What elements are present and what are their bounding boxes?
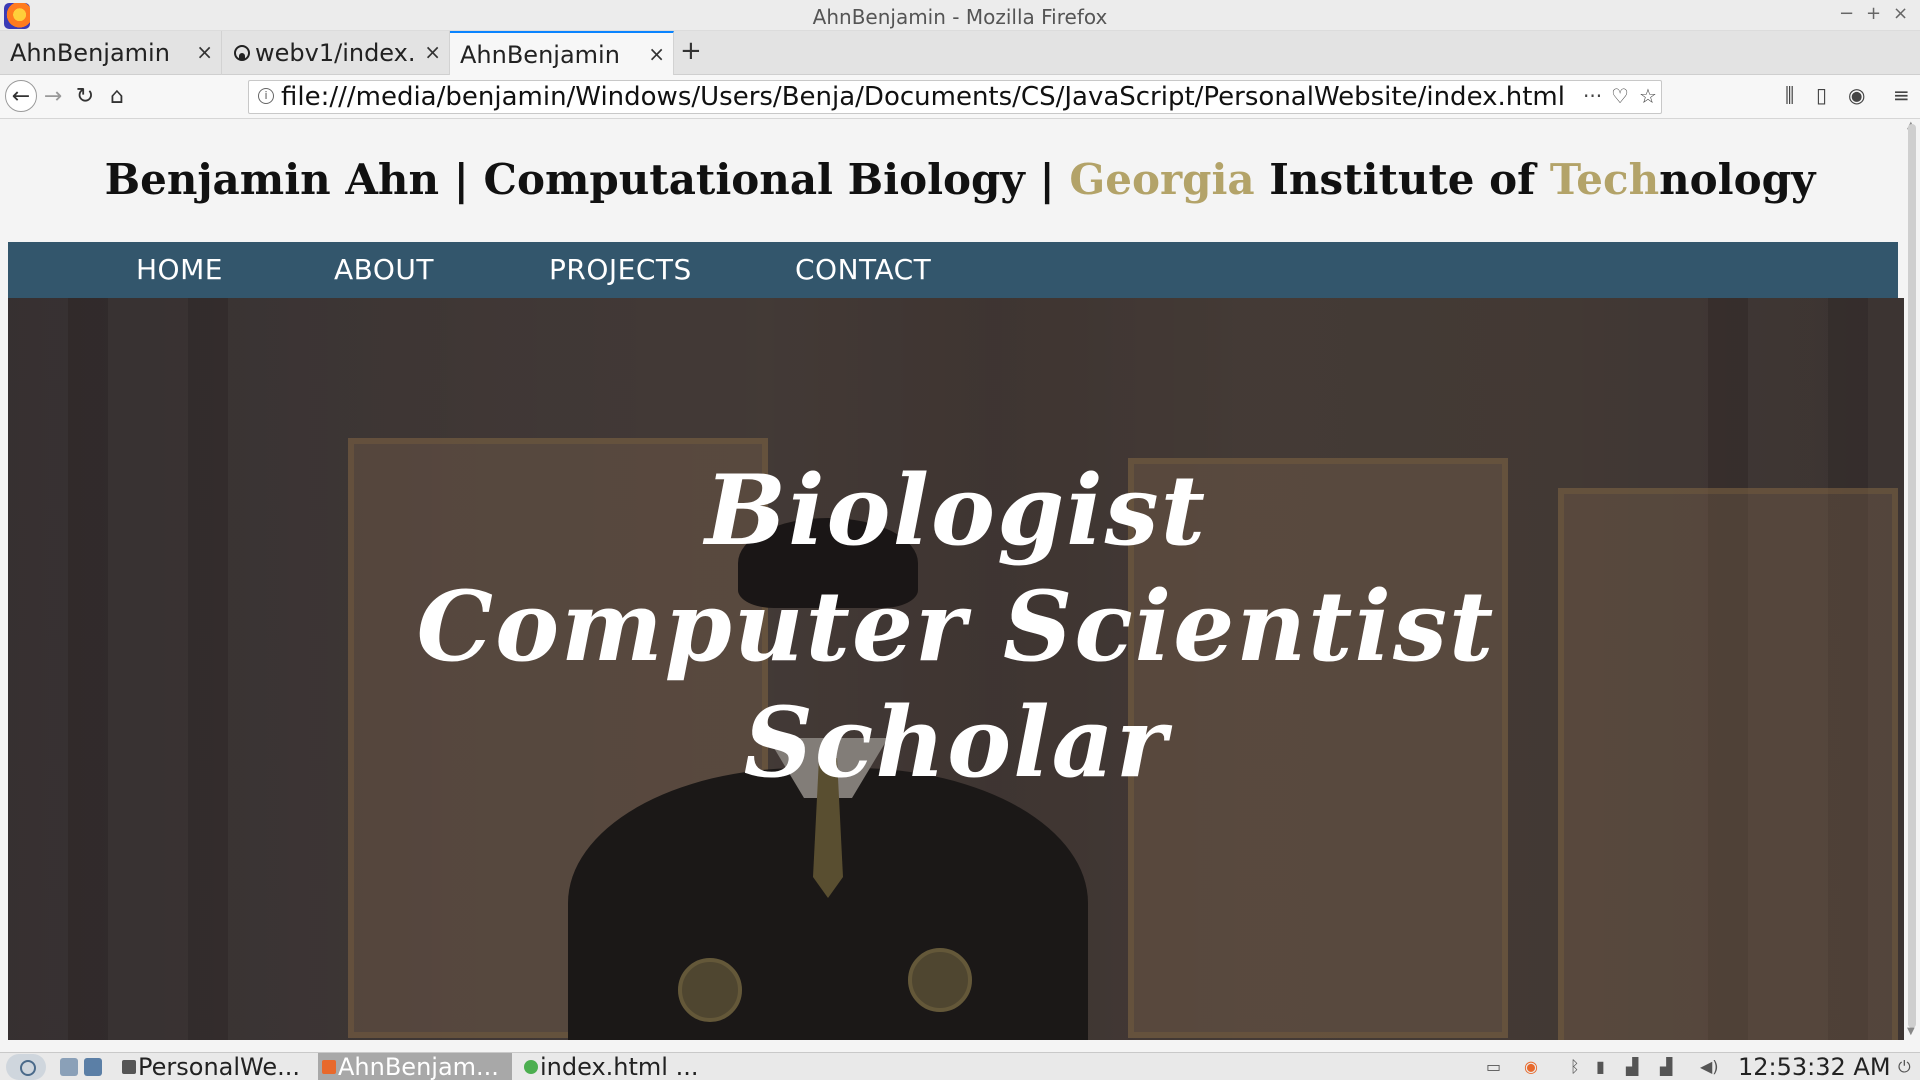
- title-georgia: Georgia: [1069, 155, 1255, 204]
- url-text[interactable]: file:///media/benjamin/Windows/Users/Ben…: [281, 82, 1565, 112]
- maximize-button[interactable]: +: [1866, 3, 1881, 24]
- task-personalwebsite[interactable]: PersonalWe...: [118, 1053, 318, 1080]
- window-icon[interactable]: ▭: [1486, 1057, 1501, 1076]
- nav-link-projects[interactable]: PROJECTS: [549, 253, 692, 286]
- tab-label: webv1/index.: [255, 39, 416, 67]
- close-window-button[interactable]: ×: [1893, 3, 1908, 24]
- hero-text: Biologist Computer Scientist Scholar: [8, 453, 1904, 801]
- task-index-html[interactable]: index.html ...: [520, 1053, 720, 1080]
- tab-close-icon[interactable]: ×: [648, 42, 665, 66]
- file-manager-icon[interactable]: [60, 1058, 78, 1076]
- tab-webv1[interactable]: webv1/index. ×: [222, 31, 450, 75]
- tab-ahnbenjamin-active[interactable]: AhnBenjamin ×: [450, 31, 674, 76]
- taskbar: PersonalWe... AhnBenjam... index.html ..…: [0, 1052, 1920, 1080]
- nav-link-home[interactable]: HOME: [136, 253, 223, 286]
- tab-label: AhnBenjamin: [460, 40, 620, 69]
- signal-icon[interactable]: ▟: [1660, 1057, 1672, 1076]
- firefox-window: AhnBenjamin - Mozilla Firefox − + × AhnB…: [0, 0, 1920, 1080]
- task-firefox[interactable]: AhnBenjam...: [318, 1053, 512, 1080]
- window-title: AhnBenjamin - Mozilla Firefox: [812, 5, 1108, 29]
- nav-toolbar: ← → ↻ ⌂ i file:///media/benjamin/Windows…: [0, 75, 1920, 119]
- firefox-tray-icon[interactable]: ◉: [1524, 1057, 1538, 1076]
- account-icon[interactable]: ◉: [1848, 83, 1865, 107]
- title-nology: nology: [1659, 155, 1816, 204]
- scroll-down-icon[interactable]: ▼: [1907, 1026, 1915, 1037]
- tab-strip: AhnBenjamin × webv1/index. × AhnBenjamin…: [0, 31, 1920, 76]
- info-icon[interactable]: i: [258, 88, 274, 104]
- bookmark-star-icon[interactable]: ☆: [1639, 84, 1657, 108]
- tab-label: AhnBenjamin: [10, 39, 170, 67]
- scrollbar-thumb[interactable]: [1908, 124, 1916, 1028]
- title-tech: Tech: [1549, 155, 1660, 204]
- hero-line-biologist: Biologist: [704, 454, 1208, 567]
- hero-line-scholar: Scholar: [743, 686, 1169, 799]
- library-icon[interactable]: ⫼: [1785, 83, 1794, 107]
- desktop-icon[interactable]: [84, 1058, 102, 1076]
- home-button[interactable]: ⌂: [102, 81, 132, 111]
- title-name: Benjamin Ahn: [104, 155, 439, 204]
- power-icon[interactable]: ⏻: [1898, 1057, 1911, 1077]
- task-label: PersonalWe...: [138, 1053, 300, 1080]
- nav-link-contact[interactable]: CONTACT: [795, 253, 931, 286]
- battery-icon[interactable]: ▮: [1596, 1057, 1605, 1076]
- title-institute: Institute of: [1254, 155, 1550, 204]
- bluetooth-icon[interactable]: ᛒ: [1570, 1057, 1580, 1076]
- minimize-button[interactable]: −: [1839, 3, 1854, 24]
- site-nav-bar: HOME ABOUT PROJECTS CONTACT: [8, 242, 1898, 298]
- task-label: AhnBenjam...: [338, 1053, 499, 1080]
- title-separator: |: [1024, 155, 1070, 204]
- start-menu-button[interactable]: [6, 1054, 46, 1080]
- new-tab-button[interactable]: +: [680, 36, 702, 66]
- network-icon[interactable]: ▟: [1626, 1057, 1638, 1076]
- hero-line-computer-scientist: Computer Scientist: [416, 570, 1496, 683]
- tab-ahnbenjamin-1[interactable]: AhnBenjamin ×: [0, 31, 222, 75]
- editor-icon: [524, 1060, 538, 1074]
- nav-link-about[interactable]: ABOUT: [334, 253, 434, 286]
- tab-close-icon[interactable]: ×: [424, 40, 441, 64]
- tab-close-icon[interactable]: ×: [196, 40, 213, 64]
- pocket-icon[interactable]: ♡: [1611, 84, 1629, 108]
- url-bar[interactable]: i file:///media/benjamin/Windows/Users/B…: [248, 80, 1662, 114]
- site-header: Benjamin Ahn | Computational Biology | G…: [0, 120, 1920, 238]
- title-field: Computational Biology: [483, 155, 1025, 204]
- reload-button[interactable]: ↻: [70, 81, 100, 111]
- clock[interactable]: 12:53:32 AM: [1738, 1053, 1891, 1080]
- forward-button[interactable]: →: [38, 81, 68, 111]
- volume-icon[interactable]: ◀): [1700, 1057, 1719, 1076]
- github-icon: [234, 45, 250, 61]
- title-bar: AhnBenjamin - Mozilla Firefox − + ×: [0, 0, 1920, 31]
- folder-icon: [122, 1060, 136, 1074]
- page-actions-icon[interactable]: ···: [1583, 84, 1602, 108]
- site-title: Benjamin Ahn | Computational Biology | G…: [0, 155, 1920, 204]
- task-label: index.html ...: [540, 1053, 699, 1080]
- vertical-scrollbar[interactable]: ▲ ▼: [1904, 120, 1920, 1040]
- sidebar-icon[interactable]: ▯: [1816, 83, 1827, 107]
- hero-section: Biologist Computer Scientist Scholar: [8, 298, 1904, 1040]
- firefox-icon: [322, 1060, 336, 1074]
- page-viewport: Benjamin Ahn | Computational Biology | G…: [0, 120, 1920, 1040]
- title-separator: |: [438, 155, 484, 204]
- menu-icon[interactable]: ≡: [1893, 83, 1910, 107]
- back-button[interactable]: ←: [5, 80, 37, 112]
